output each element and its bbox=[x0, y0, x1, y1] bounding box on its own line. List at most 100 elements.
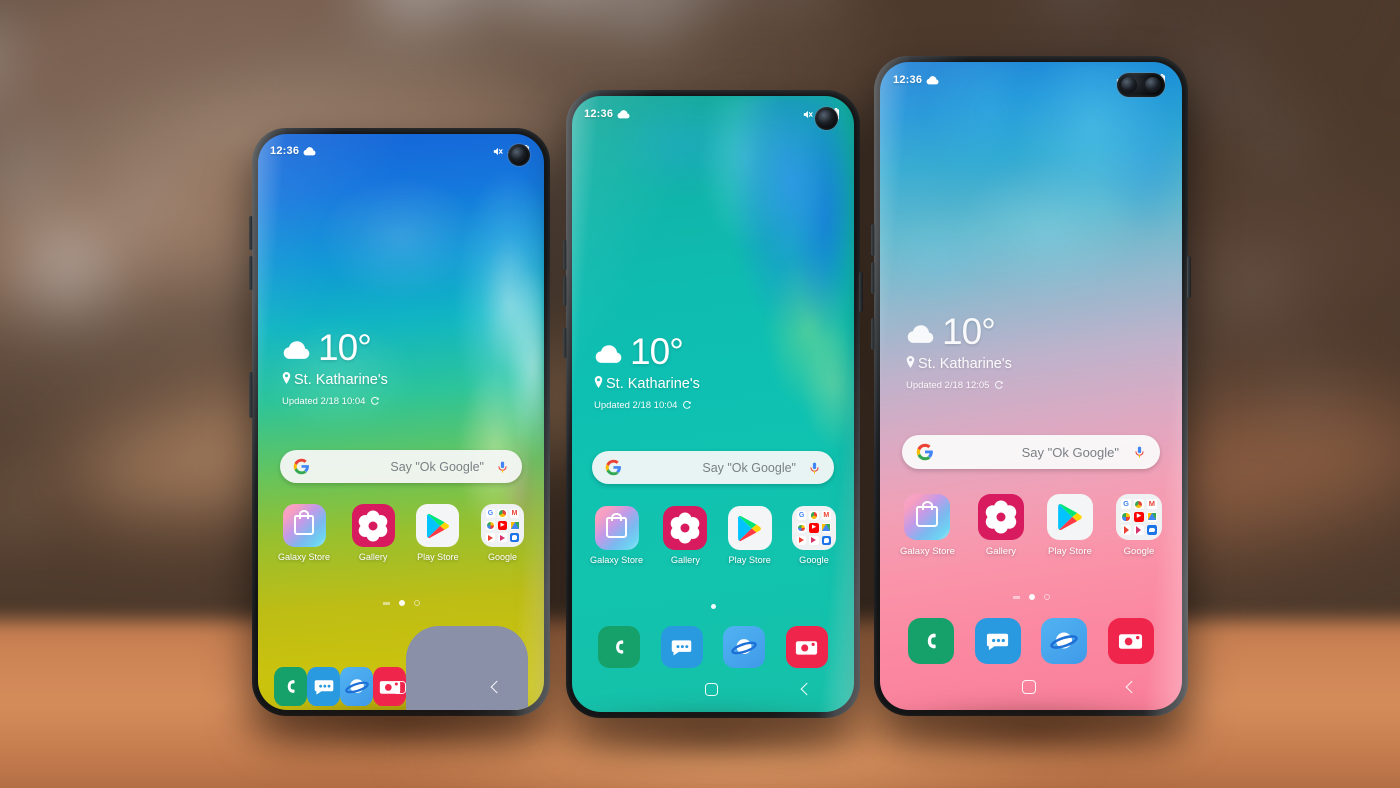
app-google-folder[interactable]: G M ▶ Google bbox=[1115, 494, 1162, 557]
app-gallery[interactable]: Gallery bbox=[663, 506, 708, 565]
page-dot-active[interactable] bbox=[710, 604, 716, 609]
app-play-store[interactable]: Play Store bbox=[1046, 494, 1093, 557]
status-time: 12:36 bbox=[893, 74, 923, 86]
back-icon[interactable] bbox=[489, 681, 502, 694]
messages-icon[interactable] bbox=[974, 618, 1021, 664]
back-icon[interactable] bbox=[800, 683, 813, 696]
back-icon[interactable] bbox=[1124, 680, 1138, 694]
page-dot[interactable] bbox=[1012, 595, 1020, 600]
app-label: Gallery bbox=[985, 546, 1016, 557]
mini-gmail: M bbox=[821, 510, 832, 521]
galaxy-store-icon bbox=[594, 506, 639, 550]
phone-galaxy-s10e[interactable]: 12:36 10° St. Katharine's Updated 2/18 1… bbox=[249, 128, 550, 716]
cloud-icon bbox=[617, 109, 630, 119]
home-icon[interactable] bbox=[705, 682, 719, 696]
mini-play-games bbox=[485, 532, 496, 543]
mini-photos bbox=[796, 523, 807, 533]
bixby-button-s10[interactable] bbox=[563, 328, 567, 358]
page-indicator-s10[interactable] bbox=[572, 604, 854, 609]
weather-widget-s10e[interactable]: 10° St. Katharine's Updated 2/18 10:04 bbox=[282, 327, 388, 411]
app-galaxy-store[interactable]: Galaxy Store bbox=[278, 504, 330, 562]
volume-up-button-s10[interactable] bbox=[563, 240, 567, 270]
power-button-s10[interactable] bbox=[859, 272, 863, 312]
microphone-icon[interactable] bbox=[496, 459, 509, 475]
app-galaxy-store[interactable]: Galaxy Store bbox=[900, 494, 955, 557]
screen-s10-plus[interactable]: 12:36 10° St. Katharine's Updated 2/18 1… bbox=[880, 62, 1182, 710]
app-label: Play Store bbox=[728, 555, 771, 565]
status-time: 12:36 bbox=[584, 108, 614, 120]
phone-icon[interactable] bbox=[598, 626, 640, 668]
volume-up-button-s10plus[interactable] bbox=[871, 224, 875, 256]
refresh-icon[interactable] bbox=[370, 393, 380, 411]
dock-s10-plus bbox=[908, 618, 1154, 664]
page-dot[interactable] bbox=[382, 601, 390, 606]
weather-updated-row: Updated 2/18 10:04 bbox=[594, 397, 700, 415]
mini-drive bbox=[821, 523, 832, 533]
power-button-s10plus[interactable] bbox=[1187, 256, 1191, 298]
cloud-icon bbox=[926, 75, 939, 85]
weather-updated-text: Updated 2/18 12:05 bbox=[906, 380, 990, 392]
recents-icon[interactable] bbox=[613, 683, 623, 696]
phone-icon[interactable] bbox=[908, 618, 954, 664]
messages-icon[interactable] bbox=[660, 626, 703, 668]
screen-s10[interactable]: 12:36 10° St. Katharine's Updated 2/18 1… bbox=[572, 96, 854, 712]
app-play-store[interactable]: Play Store bbox=[416, 504, 460, 562]
app-google-folder[interactable]: G M ▶ Google bbox=[792, 506, 836, 565]
camera-icon[interactable] bbox=[1107, 618, 1154, 664]
home-icon[interactable] bbox=[1022, 680, 1037, 694]
weather-widget-s10-plus[interactable]: 10° St. Katharine's Updated 2/18 12:05 bbox=[906, 313, 1012, 395]
camera-icon[interactable] bbox=[785, 626, 828, 668]
bixby-button-s10plus[interactable] bbox=[871, 318, 875, 350]
bokeh-4 bbox=[616, 0, 674, 22]
flower-core bbox=[680, 523, 690, 533]
page-dot[interactable] bbox=[1043, 594, 1050, 600]
weather-location-row: St. Katharine's bbox=[594, 375, 700, 393]
navigation-bar-s10-plus bbox=[880, 676, 1182, 698]
app-label: Galaxy Store bbox=[590, 555, 644, 565]
page-indicator-s10e[interactable] bbox=[258, 600, 544, 606]
page-indicator-s10-plus[interactable] bbox=[880, 594, 1182, 600]
page-dot-active[interactable] bbox=[1028, 594, 1035, 600]
app-google-folder[interactable]: G M ▶ Google bbox=[481, 504, 524, 562]
dual-punch-hole-camera-s10-plus bbox=[1117, 73, 1165, 97]
weather-widget-s10[interactable]: 10° St. Katharine's Updated 2/18 10:04 bbox=[594, 333, 700, 415]
phone-galaxy-s10-plus[interactable]: 12:36 10° St. Katharine's Updated 2/18 1… bbox=[871, 56, 1191, 716]
page-dot[interactable] bbox=[413, 600, 420, 606]
google-folder-icon: G M ▶ bbox=[792, 506, 836, 550]
refresh-icon[interactable] bbox=[994, 377, 1004, 395]
internet-icon[interactable] bbox=[1041, 618, 1088, 664]
bokeh-9 bbox=[126, 184, 168, 224]
google-search-bar-s10[interactable]: Say "Ok Google" bbox=[592, 451, 834, 484]
recents-icon[interactable] bbox=[300, 681, 310, 694]
app-play-store[interactable]: Play Store bbox=[727, 506, 772, 565]
app-gallery[interactable]: Gallery bbox=[977, 494, 1024, 557]
refresh-icon[interactable] bbox=[682, 397, 692, 415]
app-galaxy-store[interactable]: Galaxy Store bbox=[590, 506, 643, 565]
app-label: Play Store bbox=[417, 552, 459, 562]
weather-temperature: 10° bbox=[318, 327, 372, 368]
screen-s10e[interactable]: 12:36 10° St. Katharine's Updated 2/18 1… bbox=[258, 134, 544, 710]
google-g-icon bbox=[293, 458, 310, 475]
page-dot-active[interactable] bbox=[398, 600, 405, 606]
app-gallery[interactable]: Gallery bbox=[351, 504, 395, 562]
galaxy-store-bag bbox=[293, 515, 315, 535]
microphone-icon[interactable] bbox=[1133, 444, 1146, 460]
internet-icon[interactable] bbox=[723, 626, 766, 668]
volume-down-button-s10e[interactable] bbox=[249, 256, 253, 290]
home-icon[interactable] bbox=[393, 680, 407, 694]
play-store-icon bbox=[1046, 494, 1093, 540]
google-folder-icon: G M ▶ bbox=[1115, 494, 1162, 540]
volume-down-button-s10plus[interactable] bbox=[871, 262, 875, 294]
volume-down-button-s10[interactable] bbox=[563, 276, 567, 306]
google-search-bar-s10-plus[interactable]: Say "Ok Google" bbox=[902, 435, 1160, 469]
mini-youtube: ▶ bbox=[809, 523, 819, 533]
power-fingerprint-button-s10e[interactable] bbox=[249, 372, 253, 418]
volume-up-button-s10e[interactable] bbox=[249, 216, 253, 250]
recents-icon[interactable] bbox=[924, 680, 934, 694]
google-folder-icon: G M ▶ bbox=[481, 504, 524, 547]
microphone-icon[interactable] bbox=[808, 460, 821, 476]
google-search-bar-s10e[interactable]: Say "Ok Google" bbox=[280, 450, 522, 483]
mini-google: G bbox=[485, 508, 496, 519]
phone-galaxy-s10[interactable]: 12:36 10° St. Katharine's Updated 2/18 1… bbox=[563, 90, 863, 718]
mini-play-movies bbox=[1133, 524, 1144, 535]
